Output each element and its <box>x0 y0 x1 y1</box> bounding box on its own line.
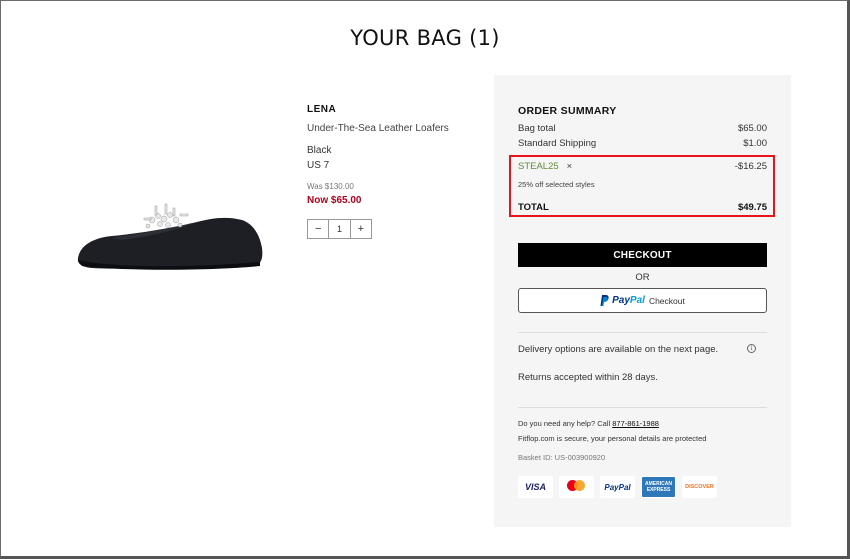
shipping-row: Standard Shipping $1.00 <box>518 138 767 149</box>
payment-methods: VISA PayPal AMERICAN EXPRESS DISC O VER <box>518 476 717 498</box>
visa-label: VISA <box>524 482 546 492</box>
total-row: TOTAL $49.75 <box>518 202 767 213</box>
product-color: Black <box>307 145 332 156</box>
help-text: Do you need any help? Call 877-861-1988 <box>518 419 659 428</box>
was-price: Was $130.00 <box>307 182 354 191</box>
secure-text: Fitflop.com is secure, your personal det… <box>518 434 707 443</box>
discover-b: VER <box>702 484 714 490</box>
returns-info: Returns accepted within 28 days. <box>518 372 658 383</box>
divider <box>518 332 767 333</box>
or-separator: OR <box>635 272 650 283</box>
visa-icon: VISA <box>518 476 553 498</box>
now-price: Now $65.00 <box>307 195 362 206</box>
checkout-button[interactable]: CHECKOUT <box>518 243 767 267</box>
paypal-card-label: PayPal <box>604 482 631 492</box>
product-image[interactable] <box>72 196 272 274</box>
promo-code: STEAL25 <box>518 161 559 172</box>
remove-promo-button[interactable]: × <box>567 161 573 172</box>
product-size: US 7 <box>307 160 330 171</box>
bag-total-label: Bag total <box>518 123 556 134</box>
shipping-label: Standard Shipping <box>518 138 597 149</box>
paypal-checkout-button[interactable]: PayPal Checkout <box>518 288 767 313</box>
total-value: $49.75 <box>737 202 767 213</box>
promo-description: 25% off selected styles <box>518 180 595 189</box>
bag-total-row: Bag total $65.00 <box>518 123 767 134</box>
promo-row: STEAL25 × -$16.25 <box>518 161 767 172</box>
basket-id: Basket ID: US-003900920 <box>518 453 606 462</box>
help-phone-link[interactable]: 877-861-1988 <box>612 419 659 428</box>
quantity-stepper: − 1 + <box>307 219 372 239</box>
paypal-logo-pal: Pal <box>629 295 645 306</box>
decrease-quantity-button[interactable]: − <box>308 220 328 238</box>
total-label: TOTAL <box>518 202 549 213</box>
bag-total-value: $65.00 <box>737 123 767 134</box>
paypal-logo-icon: PayPal <box>600 295 645 306</box>
promo-value: -$16.25 <box>734 161 767 172</box>
delivery-info: Delivery options are available on the ne… <box>518 344 719 355</box>
help-prefix: Do you need any help? Call <box>518 419 613 428</box>
increase-quantity-button[interactable]: + <box>351 220 371 238</box>
page-title: YOUR BAG (1) <box>350 26 500 50</box>
shipping-value: $1.00 <box>743 138 767 149</box>
divider <box>518 407 767 408</box>
discover-icon: DISC O VER <box>682 476 717 498</box>
paypal-checkout-label: Checkout <box>648 295 685 306</box>
order-summary-title: ORDER SUMMARY <box>518 105 617 117</box>
amex-icon: AMERICAN EXPRESS <box>641 476 676 498</box>
product-name[interactable]: LENA <box>307 104 336 115</box>
paypal-icon: PayPal <box>600 476 635 498</box>
info-icon[interactable]: i <box>747 344 756 353</box>
discover-a: DISC <box>685 484 699 490</box>
product-description: Under-The-Sea Leather Loafers <box>307 123 449 134</box>
mastercard-icon <box>559 476 594 498</box>
amex-line-2: EXPRESS <box>646 487 671 493</box>
paypal-logo-pay: Pay <box>612 295 630 306</box>
quantity-input[interactable]: 1 <box>328 220 351 238</box>
